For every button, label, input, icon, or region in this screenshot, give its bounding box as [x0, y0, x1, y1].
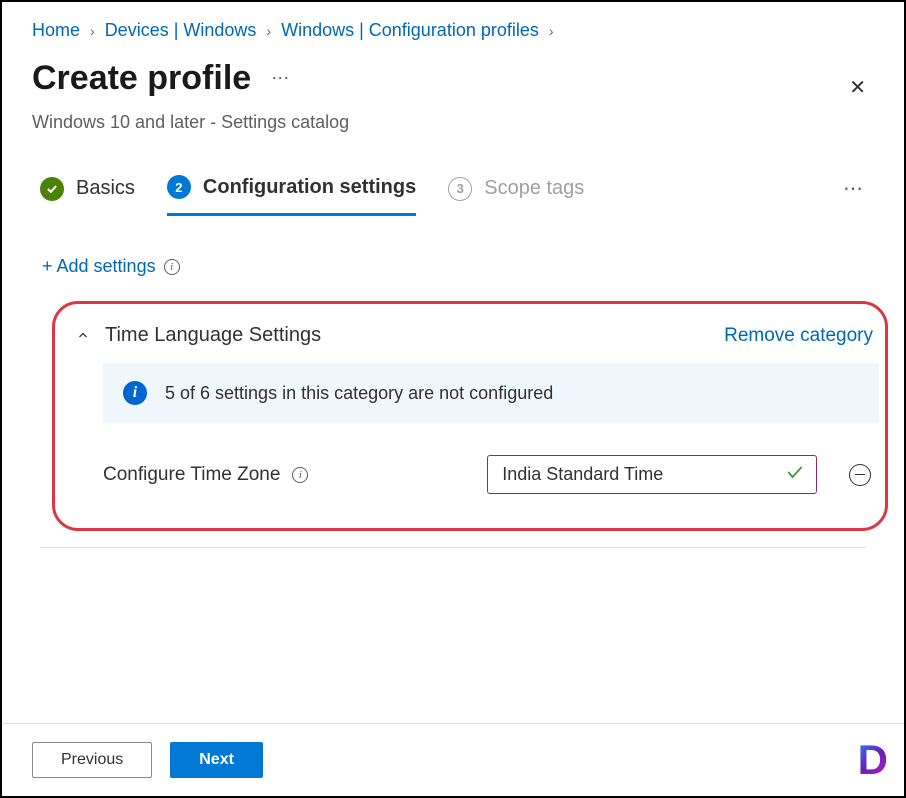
step-label: Basics [76, 177, 135, 200]
divider [40, 547, 866, 548]
category-title: Time Language Settings [105, 324, 321, 347]
minus-icon [855, 474, 865, 476]
step-scope-tags[interactable]: 3 Scope tags [448, 177, 584, 215]
info-banner: i 5 of 6 settings in this category are n… [103, 363, 879, 423]
previous-button[interactable]: Previous [32, 742, 152, 778]
breadcrumb: Home › Devices | Windows › Windows | Con… [2, 2, 904, 51]
step-configuration-settings[interactable]: 2 Configuration settings [167, 175, 416, 216]
breadcrumb-home[interactable]: Home [32, 20, 80, 41]
checkmark-icon [785, 462, 805, 488]
add-settings-button[interactable]: + Add settings [42, 256, 156, 277]
remove-setting-button[interactable] [849, 464, 871, 486]
setting-label: Configure Time Zone [103, 464, 280, 486]
page-subtitle: Windows 10 and later - Settings catalog [2, 108, 904, 163]
page-header: Create profile ⋯ ✕ [2, 51, 904, 108]
chevron-right-icon: › [90, 23, 95, 39]
footer: Previous Next D [2, 723, 904, 796]
info-icon[interactable]: i [164, 259, 180, 275]
chevron-right-icon: › [266, 23, 271, 39]
next-button[interactable]: Next [170, 742, 263, 778]
page-title: Create profile [32, 59, 251, 98]
watermark-logo: D [858, 736, 888, 784]
configure-time-zone-input[interactable] [487, 455, 817, 494]
breadcrumb-devices[interactable]: Devices | Windows [105, 20, 257, 41]
setting-row: Configure Time Zone i [69, 441, 879, 498]
more-actions-icon[interactable]: ⋯ [271, 68, 291, 89]
info-icon: i [123, 381, 147, 405]
wizard-steps: Basics 2 Configuration settings 3 Scope … [2, 163, 904, 216]
remove-category-button[interactable]: Remove category [724, 325, 873, 347]
banner-text: 5 of 6 settings in this category are not… [165, 383, 553, 404]
chevron-up-icon[interactable] [75, 328, 91, 344]
step-number-icon: 3 [448, 177, 472, 201]
step-number-icon: 2 [167, 175, 191, 199]
step-label: Configuration settings [203, 176, 416, 199]
info-icon[interactable]: i [292, 467, 308, 483]
checkmark-icon [40, 177, 64, 201]
step-basics[interactable]: Basics [40, 177, 135, 215]
chevron-right-icon: › [549, 23, 554, 39]
breadcrumb-config-profiles[interactable]: Windows | Configuration profiles [281, 20, 539, 41]
close-icon[interactable]: ✕ [841, 67, 874, 108]
wizard-more-icon[interactable]: ⋯ [843, 176, 866, 215]
step-label: Scope tags [484, 177, 584, 200]
category-card: Time Language Settings Remove category i… [52, 301, 888, 531]
